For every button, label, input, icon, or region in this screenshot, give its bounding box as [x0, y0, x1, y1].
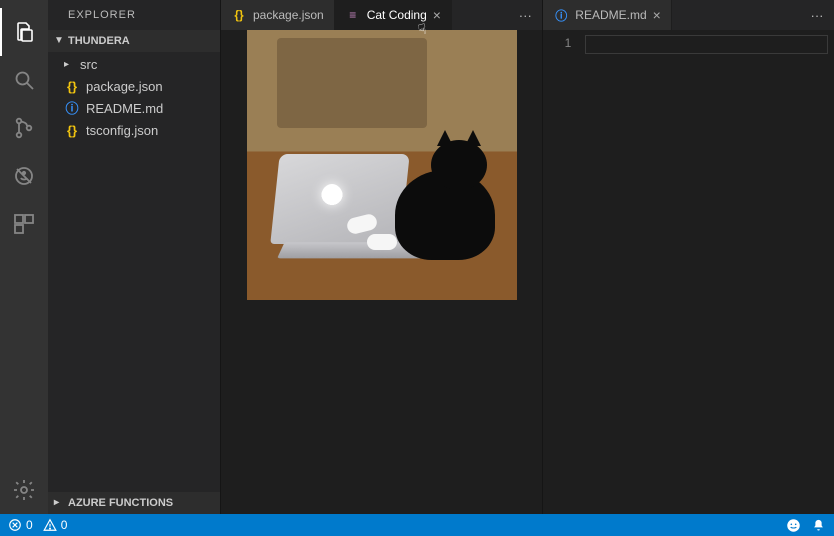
tab-readme[interactable]: ⓘ README.md ×	[543, 0, 672, 30]
status-errors[interactable]: 0	[8, 518, 33, 532]
tree-file-tsconfig[interactable]: {} tsconfig.json	[48, 120, 220, 142]
tree-item-label: src	[80, 54, 97, 76]
tree-folder-src[interactable]: ▸ src	[48, 54, 220, 76]
section-header-label: AZURE FUNCTIONS	[68, 492, 173, 514]
tree-file-readme[interactable]: ⓘ README.md	[48, 98, 220, 120]
section-header-project[interactable]: ▼ THUNDERA	[48, 30, 220, 52]
tab-package-json[interactable]: {} package.json	[221, 0, 335, 30]
tab-label: package.json	[253, 8, 324, 22]
editor-group-right: ⓘ README.md × ··· 1	[542, 0, 834, 514]
chevron-right-icon: ▸	[54, 492, 64, 514]
tab-close-icon[interactable]: ×	[653, 7, 661, 23]
tab-row: ⓘ README.md × ···	[543, 0, 834, 30]
status-warnings[interactable]: 0	[43, 518, 68, 532]
webview-cat-coding[interactable]	[221, 30, 542, 514]
tree-item-label: tsconfig.json	[86, 120, 158, 142]
json-file-icon: {}	[64, 76, 80, 98]
chevron-right-icon: ▸	[64, 54, 74, 76]
activity-settings-icon[interactable]	[0, 466, 48, 514]
tab-row: {} package.json ≡ Cat Coding × ···	[221, 0, 542, 30]
info-file-icon: ⓘ	[553, 7, 569, 24]
tab-overflow-button[interactable]: ···	[800, 0, 834, 30]
activity-scm-icon[interactable]	[0, 104, 48, 152]
activity-extensions-icon[interactable]	[0, 200, 48, 248]
status-feedback-icon[interactable]	[786, 518, 801, 533]
activity-bar	[0, 0, 48, 514]
editor-group-left: {} package.json ≡ Cat Coding × ···	[220, 0, 542, 514]
json-file-icon: {}	[64, 120, 80, 142]
tab-overflow-button[interactable]: ···	[508, 0, 542, 30]
status-warnings-count: 0	[61, 518, 68, 532]
activity-explorer-icon[interactable]	[0, 8, 48, 56]
status-bell-icon[interactable]	[811, 518, 826, 533]
section-header-label: THUNDERA	[68, 30, 130, 52]
status-bar: 0 0	[0, 514, 834, 536]
sidebar-title: EXPLORER	[48, 0, 220, 30]
tab-label: Cat Coding	[367, 8, 427, 22]
ellipsis-icon: ···	[811, 8, 824, 23]
line-number: 1	[543, 36, 571, 50]
tree-item-label: README.md	[86, 98, 163, 120]
file-tree: ▸ src {} package.json ⓘ README.md {} tsc…	[48, 52, 220, 142]
tab-close-icon[interactable]: ×	[433, 7, 441, 23]
tab-label: README.md	[575, 8, 646, 22]
text-editor-readme[interactable]: 1	[543, 30, 834, 514]
json-file-icon: {}	[231, 8, 247, 22]
activity-debug-icon[interactable]	[0, 152, 48, 200]
chevron-down-icon: ▼	[54, 30, 64, 52]
activity-search-icon[interactable]	[0, 56, 48, 104]
current-line-highlight	[585, 35, 828, 54]
cat-coding-image	[247, 30, 517, 300]
cat-graphic	[375, 140, 495, 260]
info-file-icon: ⓘ	[64, 98, 80, 120]
ellipsis-icon: ···	[519, 8, 532, 23]
editor-area: {} package.json ≡ Cat Coding × ···	[220, 0, 834, 514]
status-errors-count: 0	[26, 518, 33, 532]
explorer-sidebar: EXPLORER ▼ THUNDERA ▸ src {} package.jso…	[48, 0, 220, 514]
section-header-azure[interactable]: ▸ AZURE FUNCTIONS	[48, 492, 220, 514]
tree-item-label: package.json	[86, 76, 163, 98]
tree-file-package-json[interactable]: {} package.json	[48, 76, 220, 98]
line-number-gutter: 1	[543, 30, 585, 514]
tab-cat-coding[interactable]: ≡ Cat Coding ×	[335, 0, 452, 30]
preview-icon: ≡	[345, 8, 361, 22]
